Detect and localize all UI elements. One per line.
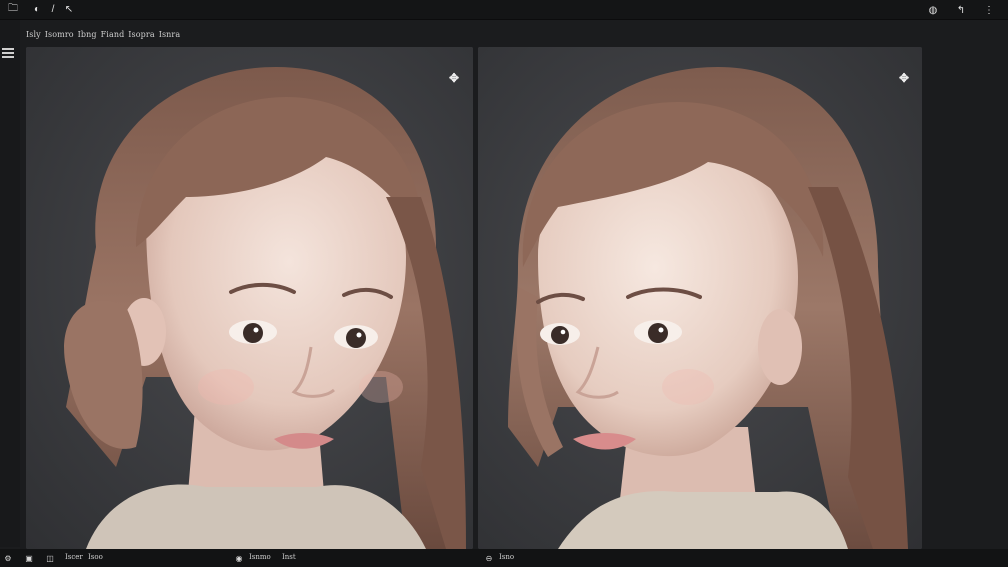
folder-icon[interactable]: 🗀 — [6, 3, 20, 17]
tool-icon[interactable]: ↖ — [62, 3, 76, 17]
share-icon[interactable]: ↰ — [954, 3, 968, 17]
breadcrumb-item[interactable]: Fiand — [101, 30, 125, 42]
image-panel-right[interactable]: ✥ — [478, 47, 922, 549]
portrait-image-right — [478, 47, 922, 549]
move-icon[interactable]: ✥ — [447, 71, 461, 85]
breadcrumb-item[interactable]: Ibng — [78, 30, 97, 42]
menu-icon[interactable] — [2, 48, 14, 58]
more-icon[interactable]: ⋮ — [982, 3, 996, 17]
link-icon[interactable]: ⊖ — [484, 553, 494, 563]
bottom-label[interactable]: Isoo — [88, 553, 103, 561]
bottom-label[interactable]: Isno — [499, 553, 514, 561]
top-toolbar: 🗀 ◐ / ↖ ◍ ↰ ⋮ — [0, 0, 1008, 20]
bottom-label[interactable]: Iscer — [65, 553, 83, 561]
bottom-toolbar: ⚙ ▣ ◫ Iscer Isoo ◉ Isnmo Inst ⊖ Isno — [0, 549, 1008, 567]
bottom-label[interactable]: Isnmo — [249, 553, 271, 561]
settings-icon[interactable]: ◐ — [30, 3, 44, 17]
right-sidebar — [922, 20, 1008, 547]
image-icon[interactable]: ◫ — [45, 553, 55, 563]
bottom-label[interactable]: Inst — [282, 553, 296, 561]
portrait-image-left — [26, 47, 473, 549]
move-icon[interactable]: ✥ — [897, 71, 911, 85]
eye-icon[interactable]: ◉ — [234, 553, 244, 563]
image-panel-left[interactable]: ✥ — [26, 47, 473, 549]
settings-icon[interactable]: ⚙ — [3, 553, 13, 563]
top-right-icons: ◍ ↰ ⋮ — [920, 3, 996, 17]
breadcrumb-item[interactable]: Isly — [26, 30, 41, 42]
breadcrumb-item[interactable]: Isomro — [45, 30, 74, 42]
left-rail — [0, 20, 20, 547]
breadcrumb-item[interactable]: Isnra — [159, 30, 181, 42]
camera-icon[interactable]: ▣ — [24, 553, 34, 563]
breadcrumb: Isly Isomro Ibng Fiand Isopra Isnra — [26, 30, 180, 42]
pen-icon[interactable]: / — [46, 3, 60, 17]
breadcrumb-item[interactable]: Isopra — [128, 30, 154, 42]
github-icon[interactable]: ◍ — [926, 3, 940, 17]
